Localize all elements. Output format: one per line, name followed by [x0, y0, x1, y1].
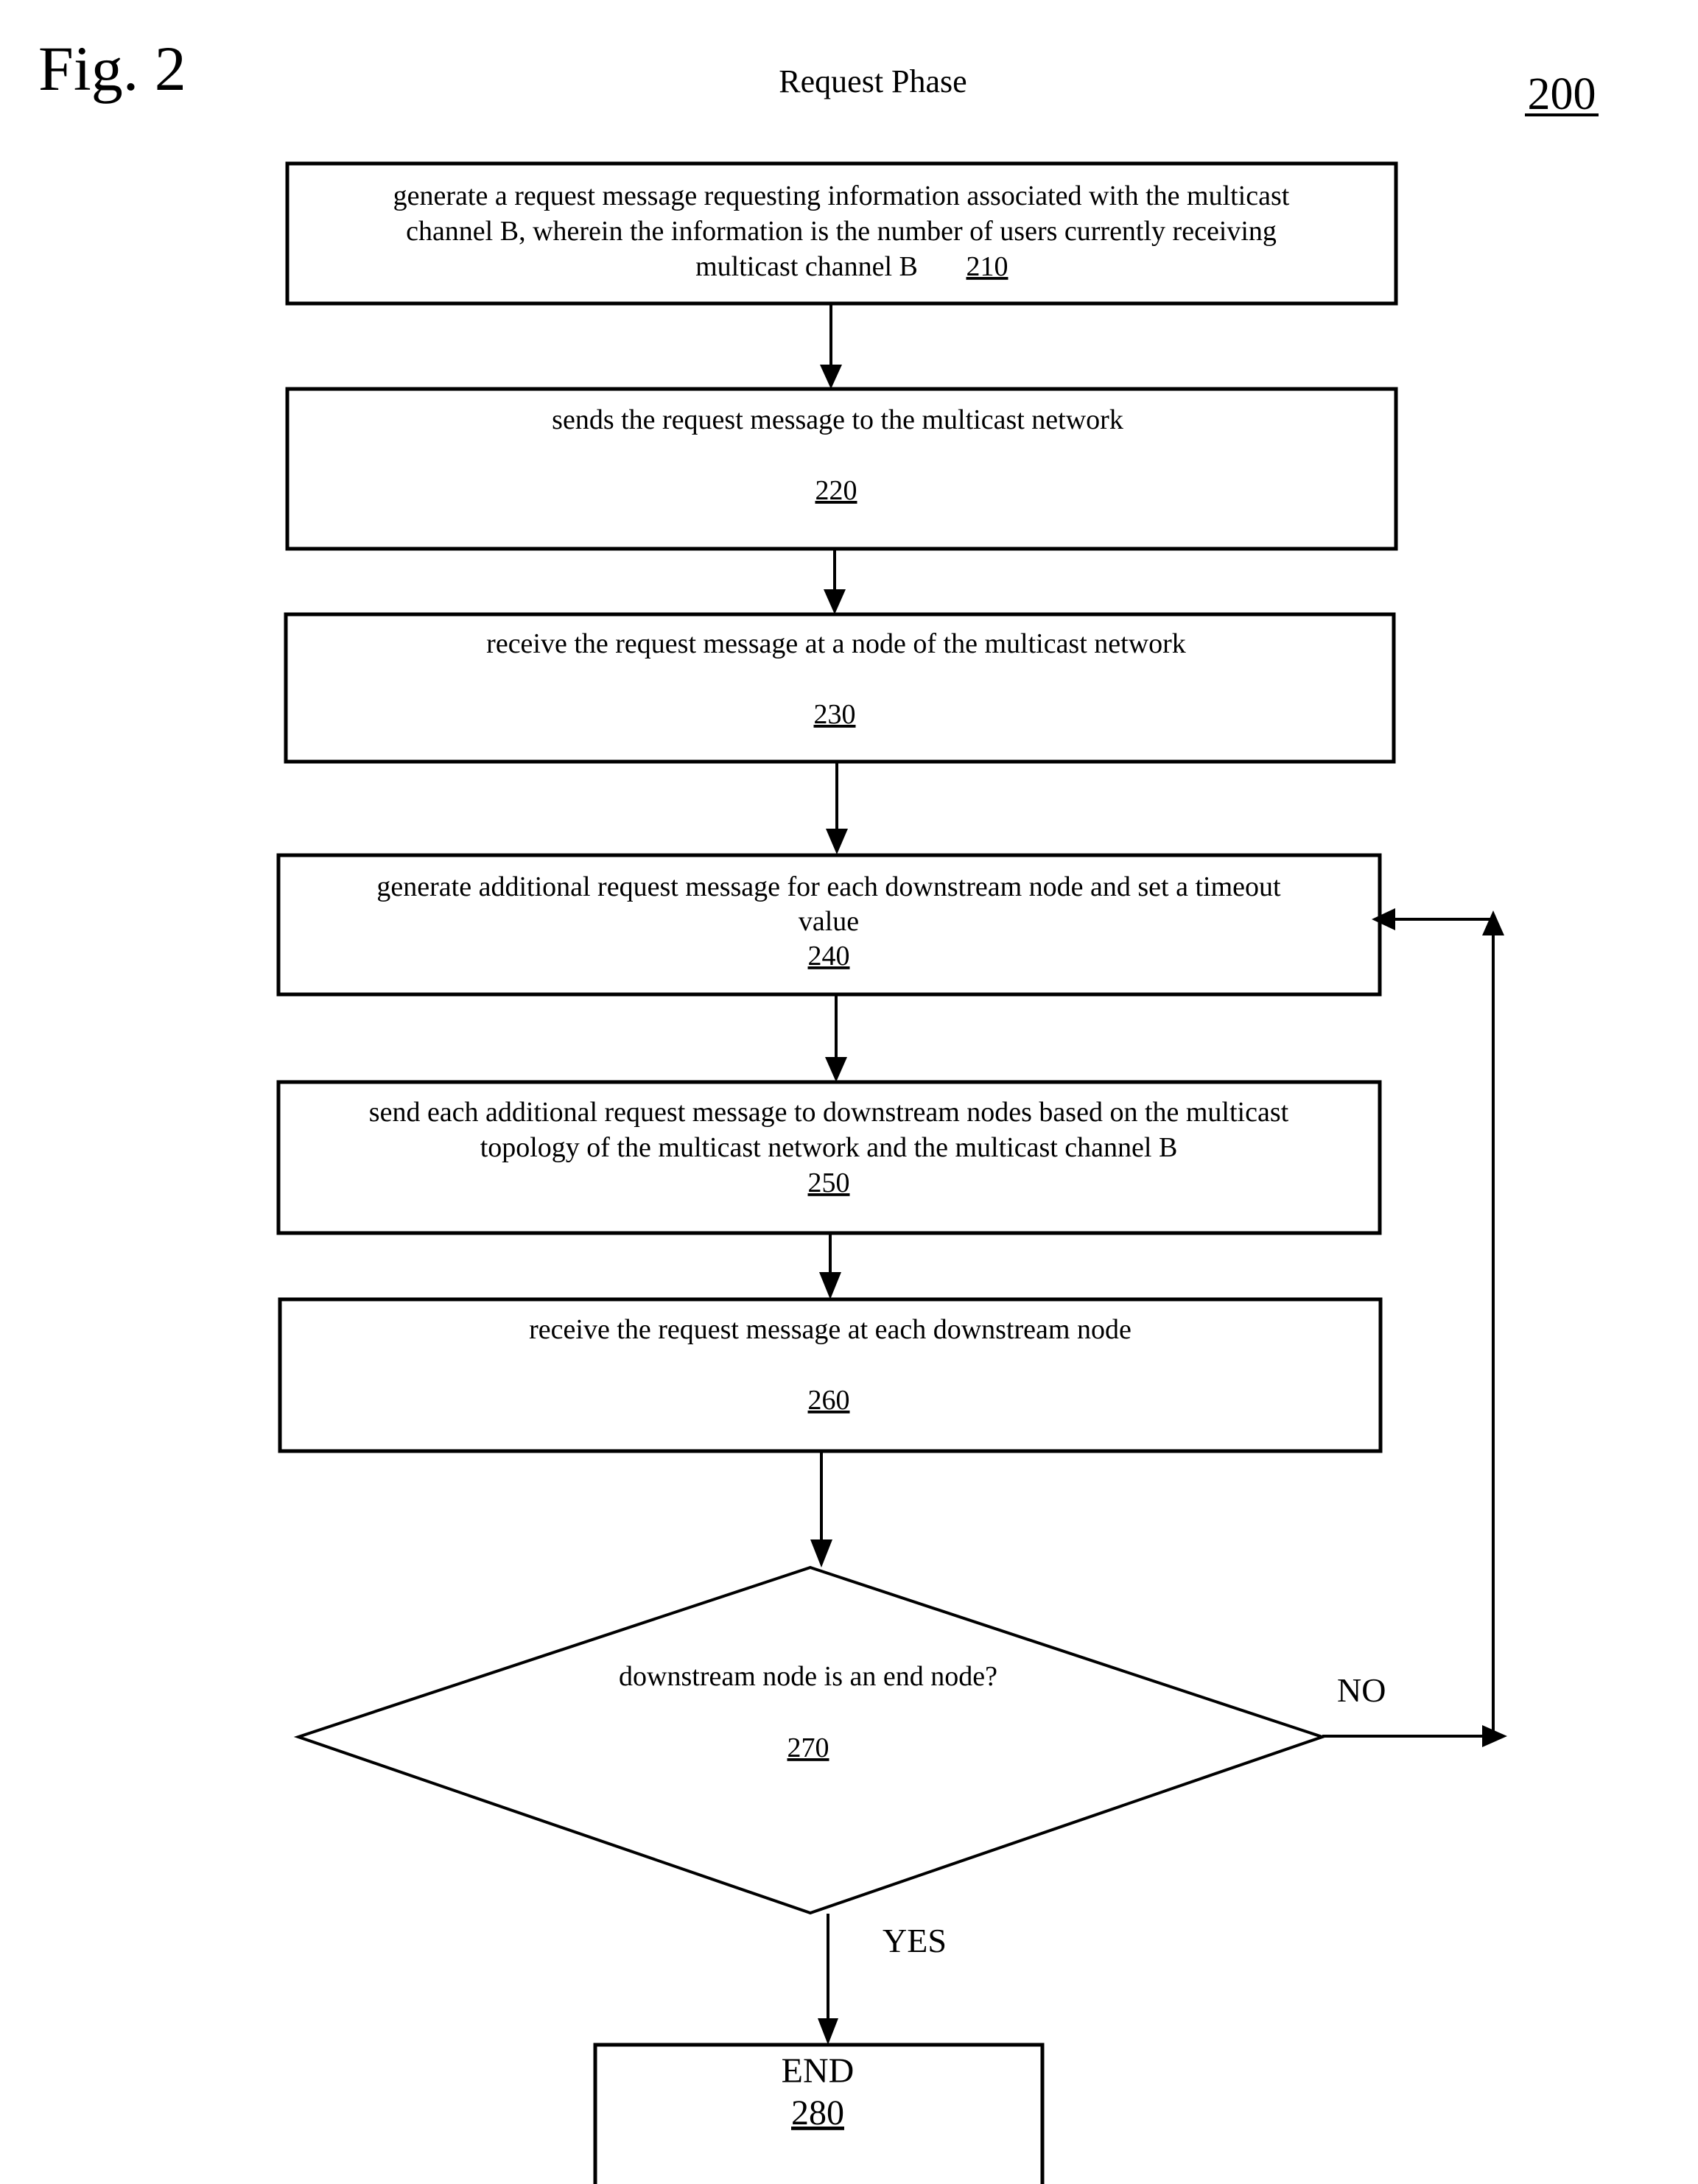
- arrow-220-230: [824, 549, 846, 614]
- step-230-line-1: receive the request message at a node of…: [486, 628, 1186, 659]
- step-210-line-2: channel B, wherein the information is th…: [406, 216, 1277, 247]
- no-label: NO: [1337, 1671, 1386, 1709]
- arrow-210-220: [820, 305, 842, 389]
- end-label: END: [782, 2051, 855, 2090]
- flowchart: Fig. 2 Request Phase 200 generate a requ…: [38, 33, 1599, 2184]
- yes-label: YES: [883, 1922, 947, 1959]
- step-210: generate a request message requesting in…: [285, 161, 1398, 306]
- decision-question: downstream node is an end node?: [619, 1661, 997, 1692]
- step-230: receive the request message at a node of…: [284, 612, 1396, 764]
- step-250-line-1: send each additional request message to …: [369, 1097, 1289, 1128]
- decision-270: downstream node is an end node? 270: [293, 1565, 1327, 1915]
- step-210-line-3: multicast channel B: [695, 251, 918, 282]
- arrow-240-250: [825, 995, 847, 1082]
- end-280: END 280: [593, 2043, 1045, 2184]
- arrow-230-240: [826, 762, 848, 854]
- step-260-line-1: receive the request message at each down…: [529, 1314, 1132, 1345]
- step-210-line-1: generate a request message requesting in…: [393, 180, 1290, 211]
- step-220: sends the request message to the multica…: [285, 387, 1398, 551]
- step-260-ref: 260: [808, 1385, 850, 1416]
- step-240-ref: 240: [808, 941, 850, 972]
- decision-ref: 270: [787, 1732, 829, 1763]
- step-230-ref: 230: [814, 699, 856, 730]
- step-240-line-2: value: [799, 906, 859, 937]
- diagram-title: Request Phase: [779, 63, 966, 99]
- step-250-ref: 250: [808, 1168, 850, 1198]
- end-ref: 280: [791, 2093, 844, 2132]
- yes-branch-arrow: [818, 1914, 838, 2045]
- step-220-ref: 220: [815, 475, 857, 506]
- step-250-line-2: topology of the multicast network and th…: [480, 1132, 1178, 1163]
- figure-ref-number: 200: [1528, 69, 1596, 119]
- step-260: receive the request message at each down…: [278, 1297, 1383, 1453]
- arrow-260-270: [810, 1452, 832, 1567]
- step-240-line-1: generate additional request message for …: [376, 871, 1281, 902]
- step-250: send each additional request message to …: [276, 1080, 1382, 1235]
- step-220-line-1: sends the request message to the multica…: [552, 404, 1123, 435]
- step-240: generate additional request message for …: [276, 853, 1382, 997]
- arrow-250-260: [819, 1234, 841, 1299]
- step-210-ref: 210: [966, 251, 1008, 282]
- figure-label: Fig. 2: [38, 33, 186, 104]
